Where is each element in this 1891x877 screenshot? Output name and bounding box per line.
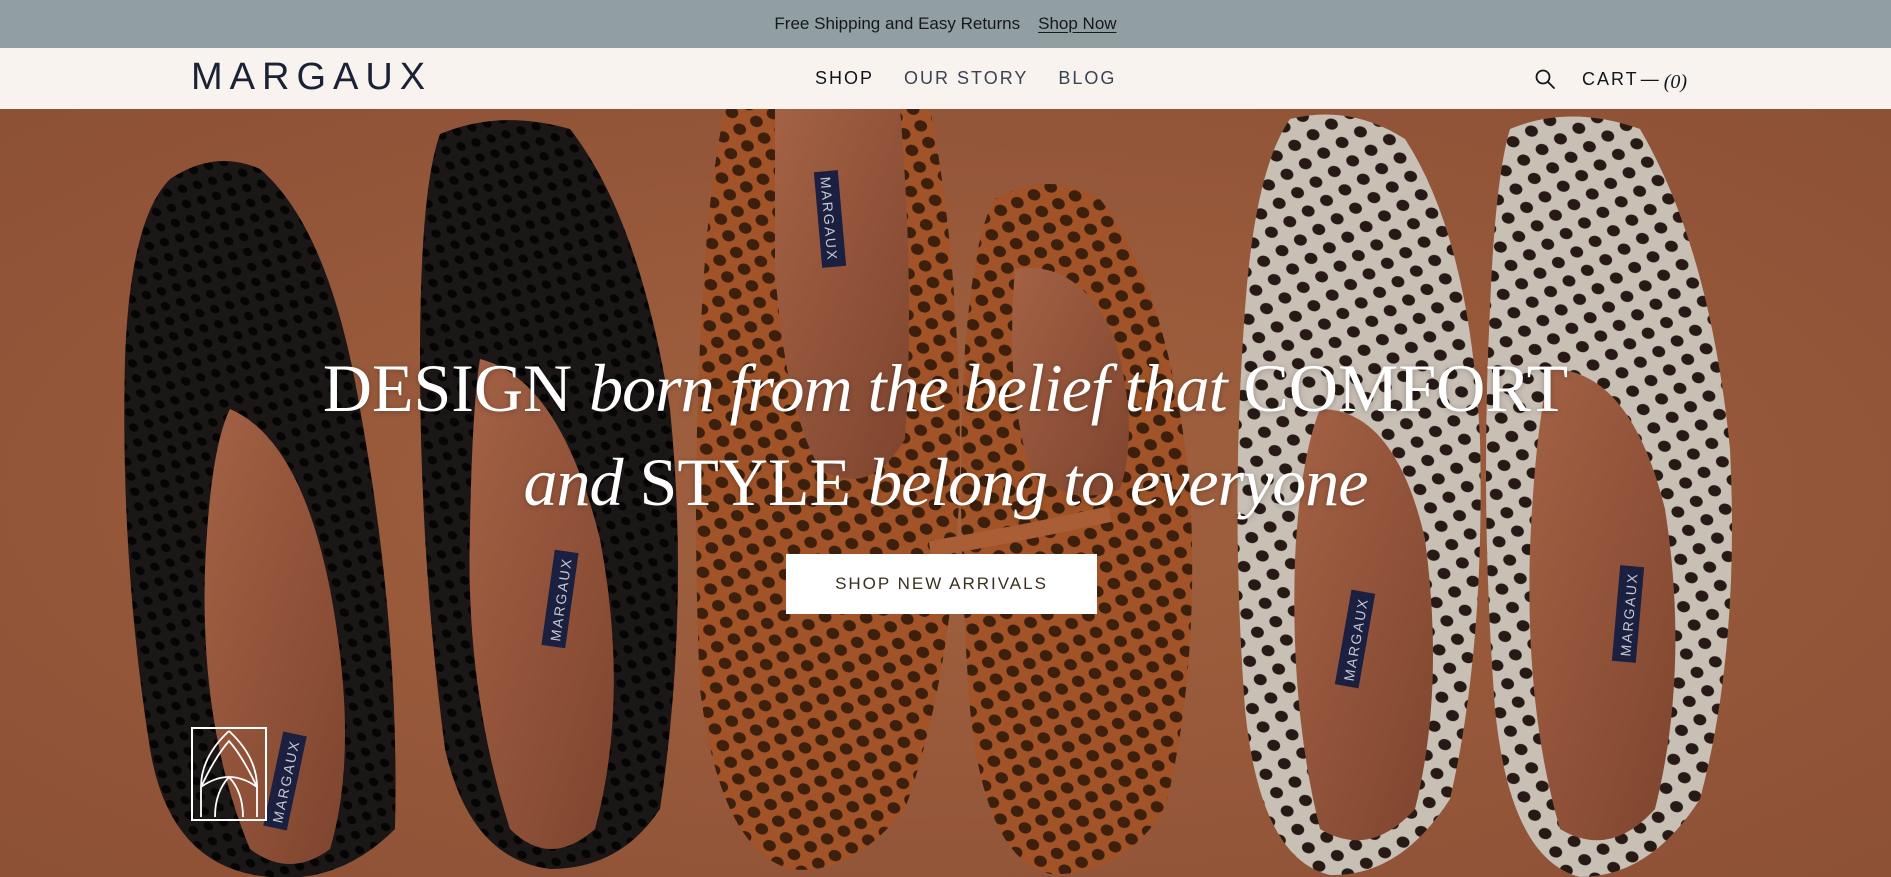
shop-new-arrivals-button[interactable]: SHOP NEW ARRIVALS — [786, 554, 1097, 614]
headline-italic: and — [523, 444, 624, 520]
headline-italic: born from the belief that — [589, 350, 1227, 426]
nav-item-blog[interactable]: BLOG — [1058, 68, 1116, 89]
hero-headline: DESIGN born from the belief that COMFORT… — [0, 341, 1891, 529]
margaux-monogram-icon[interactable] — [191, 727, 267, 821]
cart-label: CART — [1582, 69, 1639, 89]
headline-italic: belong to everyone — [868, 444, 1368, 520]
cart-separator: — — [1640, 69, 1659, 89]
shop-now-link[interactable]: Shop Now — [1038, 14, 1116, 34]
nav-item-our-story[interactable]: OUR STORY — [904, 68, 1028, 89]
search-icon[interactable] — [1533, 67, 1557, 91]
headline-word: COMFORT — [1243, 350, 1569, 426]
announcement-message: Free Shipping and Easy Returns — [774, 14, 1021, 33]
headline-word: STYLE — [639, 444, 852, 520]
nav-item-shop[interactable]: SHOP — [815, 68, 874, 89]
brand-logo[interactable]: MARGAUX — [191, 58, 432, 96]
cart-count: (0) — [1663, 71, 1688, 93]
headline-word: DESIGN — [322, 350, 573, 426]
cart-button[interactable]: CART — (0) — [1582, 68, 1688, 93]
hero-banner: MARGAUX MARGAUX MARGAUX MARGAUX MARGAUX … — [0, 109, 1891, 877]
announcement-bar: Free Shipping and Easy Returns Shop Now — [0, 0, 1891, 48]
site-header: MARGAUX SHOP OUR STORY BLOG CART — (0) — [0, 48, 1891, 109]
main-nav: SHOP OUR STORY BLOG — [815, 68, 1116, 89]
